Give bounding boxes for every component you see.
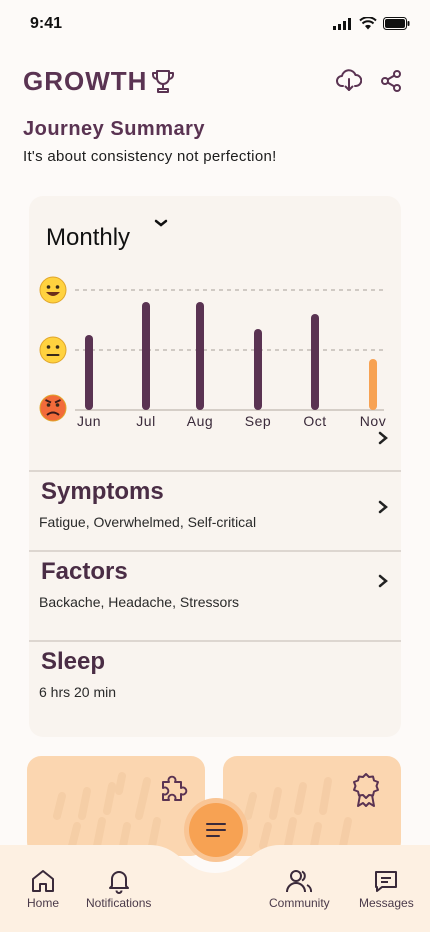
nav-messages[interactable]: Messages [359, 868, 414, 910]
sleep-detail: 6 hrs 20 min [39, 684, 117, 700]
share-icon [381, 70, 401, 92]
download-button[interactable] [336, 68, 362, 94]
signal-icon [333, 17, 351, 30]
nav-community[interactable]: Community [269, 868, 330, 910]
badge-tile[interactable] [223, 756, 401, 856]
summary-subtitle: It's about consistency not perfection! [23, 148, 277, 165]
sleep-row[interactable]: Sleep 6 hrs 20 min [29, 640, 401, 720]
bar-jul[interactable] [142, 302, 150, 410]
brand: GROWTH [23, 66, 175, 97]
angry-face-icon [39, 394, 67, 422]
x-tick-label: Sep [245, 413, 271, 429]
period-selector[interactable]: Monthly [46, 224, 130, 252]
journey-card: Monthly Jun Jul Aug Sep Oct Nov Symptoms Fati… [29, 196, 401, 737]
header-actions [336, 68, 404, 94]
symptoms-title: Symptoms [41, 478, 164, 505]
bar-oct[interactable] [311, 314, 319, 410]
status-icons [333, 17, 410, 30]
bar-sep[interactable] [254, 329, 262, 410]
chevron-right-icon [378, 574, 388, 588]
home-icon [32, 870, 54, 892]
happy-face-icon [39, 276, 67, 304]
x-tick-label: Oct [303, 413, 326, 429]
chart-next-icon[interactable] [377, 431, 389, 445]
mood-chart: Jun Jul Aug Sep Oct Nov [39, 276, 386, 429]
app-title: GROWTH [23, 66, 148, 96]
menu-fab[interactable] [184, 798, 248, 862]
bar-aug[interactable] [196, 302, 204, 410]
factors-row[interactable]: Factors Backache, Headache, Stressors [29, 550, 401, 640]
messages-icon [375, 871, 398, 892]
community-icon [286, 870, 313, 893]
nav-label-messages: Messages [359, 896, 414, 910]
tile-pattern [53, 772, 161, 855]
factors-title: Factors [41, 558, 128, 585]
share-button[interactable] [378, 68, 404, 94]
wifi-icon [359, 17, 377, 30]
x-tick-label: Jul [136, 413, 155, 429]
bell-icon [108, 871, 129, 894]
chevron-right-icon [378, 500, 388, 514]
status-time: 9:41 [30, 15, 63, 32]
neutral-face-icon [39, 336, 67, 364]
x-tick-label: Nov [360, 413, 386, 429]
factors-detail: Backache, Headache, Stressors [39, 594, 239, 610]
nav-home[interactable]: Home [27, 868, 59, 910]
puzzle-tile[interactable] [27, 756, 205, 856]
nav-label-home: Home [27, 896, 60, 910]
bar-nov[interactable] [369, 359, 377, 410]
sleep-title: Sleep [41, 648, 106, 675]
x-tick-label: Aug [187, 413, 213, 429]
menu-fab-inner [189, 803, 243, 857]
badge-icon [353, 773, 379, 807]
x-tick-label: Jun [77, 413, 101, 429]
status-bar: 9:41 [0, 0, 430, 50]
cloud-download-icon [336, 69, 362, 91]
nav-notifications[interactable]: Notifications [86, 868, 151, 910]
trophy-icon [152, 69, 175, 93]
bar-jun[interactable] [85, 335, 93, 410]
puzzle-icon [162, 775, 188, 801]
nav-label-community: Community [269, 896, 330, 910]
battery-icon [383, 17, 410, 30]
symptoms-detail: Fatigue, Overwhelmed, Self-critical [39, 514, 257, 530]
symptoms-row[interactable]: Symptoms Fatigue, Overwhelmed, Self-crit… [29, 470, 401, 550]
menu-icon [206, 823, 226, 837]
summary-title: Journey Summary [23, 118, 206, 140]
chevron-down-icon[interactable] [153, 218, 169, 228]
nav-label-notifications: Notifications [86, 896, 152, 910]
